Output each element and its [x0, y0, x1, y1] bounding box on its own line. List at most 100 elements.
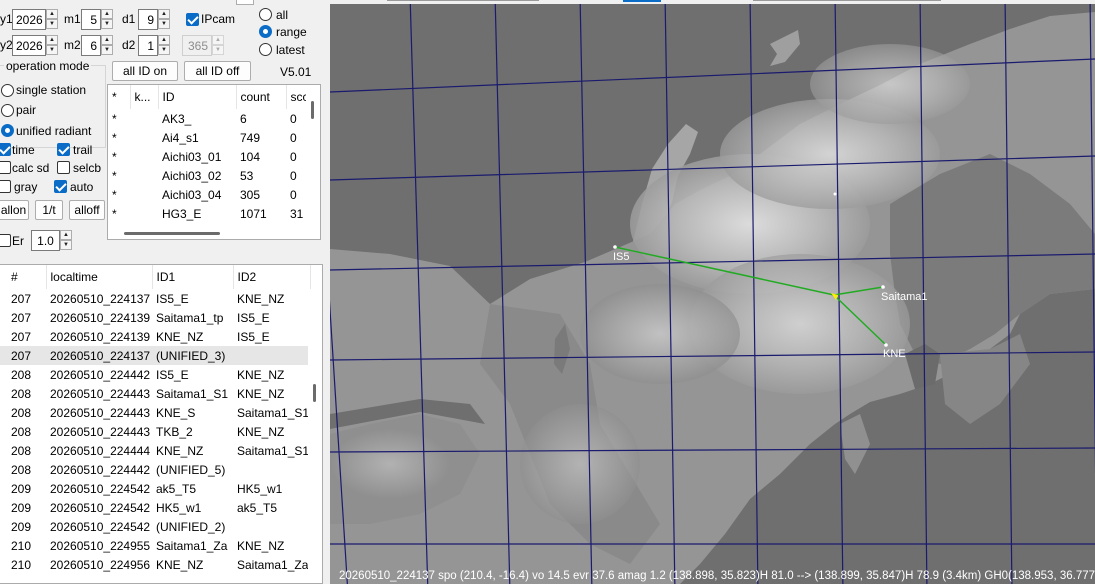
id-grid-vscroll-thumb[interactable] [311, 101, 314, 119]
all-id-off-button[interactable]: all ID off [184, 61, 251, 81]
er-spinner[interactable]: ▲ ▼ [60, 230, 72, 251]
event-row[interactable]: 209 20260510_224542 (UNIFIED_2) [0, 517, 310, 536]
event-cell-id2: Saitama1_S1 [237, 405, 310, 420]
event-grid-vscroll-thumb[interactable] [313, 384, 316, 402]
m1-field[interactable]: 5 [81, 9, 101, 30]
m2-label: m2 [64, 38, 81, 52]
time-checkbox[interactable] [0, 143, 11, 156]
event-row[interactable]: 208 20260510_224443 TKB_2 KNE_NZ [0, 422, 310, 441]
m1-spinner[interactable]: ▲ ▼ [101, 9, 113, 30]
m2-field[interactable]: 6 [81, 35, 101, 56]
event-col-id1[interactable]: ID1 [152, 265, 234, 289]
event-row[interactable]: 207 20260510_224137 (UNIFIED_3) [0, 346, 310, 365]
map-view[interactable]: IS5 Saitama1 KNE 20260510_224137 spo (21… [330, 4, 1095, 584]
mode-single-station-radio[interactable] [1, 84, 14, 97]
event-cell-localtime: 20260510_224443 [50, 424, 151, 439]
id-cell-count: 6 [240, 111, 247, 126]
event-row[interactable]: 207 20260510_224137 IS5_E KNE_NZ [0, 289, 310, 308]
er-checkbox[interactable] [0, 234, 11, 247]
event-cell-localtime: 20260510_224139 [50, 329, 151, 344]
id-cell-k [130, 166, 158, 185]
event-row[interactable]: 209 20260510_224542 HK5_w1 ak5_T5 [0, 498, 310, 517]
trail-checkbox[interactable] [57, 143, 70, 156]
selcb-checkbox[interactable] [57, 161, 70, 174]
event-col-id2[interactable]: ID2 [233, 265, 311, 289]
id-grid-hscrollbar[interactable] [108, 227, 306, 239]
version-label: V5.01 [280, 65, 312, 79]
one-over-t-button[interactable]: 1/t [35, 200, 63, 220]
days-spinner: ▲ ▼ [212, 35, 224, 56]
event-cell-localtime: 20260510_224139 [50, 310, 151, 325]
allon-button[interactable]: allon [0, 200, 29, 220]
range-all-radio[interactable] [259, 8, 272, 21]
event-cell-num: 208 [11, 462, 32, 477]
event-row[interactable]: 208 20260510_224443 KNE_S Saitama1_S1 [0, 403, 310, 422]
event-cell-num: 210 [11, 557, 32, 572]
trail-label: trail [73, 143, 93, 157]
gray-checkbox[interactable] [0, 180, 11, 193]
id-row[interactable]: * Aichi03_01 104 0 [108, 147, 313, 166]
range-latest-label: latest [276, 43, 305, 57]
event-row[interactable]: 208 20260510_224443 Saitama1_S1 KNE_NZ [0, 384, 310, 403]
id-row[interactable]: * Aichi03_02 53 0 [108, 166, 313, 185]
shikoku-mountains [330, 429, 450, 499]
id-row[interactable]: * Aichi03_04 305 0 [108, 185, 313, 204]
id-col-count[interactable]: count [236, 85, 287, 109]
id-row[interactable]: * Ai4_s1 749 0 [108, 128, 313, 147]
station-is5-marker[interactable] [613, 245, 617, 249]
mode-pair-radio[interactable] [1, 104, 14, 117]
id-row[interactable]: * HG3_E 1071 31 [108, 204, 313, 223]
id-grid-hscroll-thumb[interactable] [124, 232, 220, 235]
y1-field[interactable]: 2026 [12, 9, 46, 30]
calc-sd-checkbox[interactable] [0, 161, 11, 174]
d2-spinner[interactable]: ▲ ▼ [158, 35, 170, 56]
er-field[interactable]: 1.0 [31, 230, 60, 251]
event-grid[interactable]: # localtime ID1 ID2 207 20260510_224137 IS… [0, 264, 323, 584]
ipcam-checkbox[interactable] [186, 13, 199, 26]
y1-spinner[interactable]: ▲ ▼ [46, 9, 58, 30]
event-cell-localtime: 20260510_224444 [50, 443, 151, 458]
event-row[interactable]: 208 20260510_224442 (UNIFIED_5) [0, 460, 310, 479]
event-col-localtime[interactable]: localtime [46, 265, 153, 289]
range-latest-radio[interactable] [259, 43, 272, 56]
id-col-star[interactable]: * [108, 85, 131, 109]
station-kne-marker[interactable] [884, 343, 888, 347]
event-cell-num: 209 [11, 481, 32, 496]
id-col-id[interactable]: ID [158, 85, 237, 109]
event-cell-id2: KNE_NZ [237, 367, 285, 382]
m2-spinner[interactable]: ▲ ▼ [101, 35, 113, 56]
id-grid-vscrollbar[interactable] [306, 85, 320, 239]
d1-field[interactable]: 9 [138, 9, 158, 30]
mode-unified-radiant-radio[interactable] [1, 124, 14, 137]
event-col-num[interactable]: # [0, 265, 47, 289]
event-row[interactable]: 207 20260510_224139 KNE_NZ IS5_E [0, 327, 310, 346]
event-row[interactable]: 208 20260510_224444 KNE_NZ Saitama1_S1 [0, 441, 310, 460]
y2-spinner[interactable]: ▲ ▼ [46, 35, 58, 56]
id-col-k[interactable]: k... [130, 85, 159, 109]
station-saitama1-label: Saitama1 [881, 291, 928, 303]
event-row[interactable]: 210 20260510_224955 Saitama1_Za KNE_NZ [0, 536, 310, 555]
id-grid[interactable]: * k... ID count scc * AK3_ 6 0 * Ai4_s1 749 0 … [107, 84, 321, 240]
event-row[interactable]: 207 20260510_224139 Saitama1_tp IS5_E [0, 308, 310, 327]
event-cell-id1: (UNIFIED_5) [156, 462, 226, 477]
event-row[interactable]: 208 20260510_224442 IS5_E KNE_NZ [0, 365, 310, 384]
time-label: time [12, 143, 35, 157]
y2-field[interactable]: 2026 [12, 35, 46, 56]
range-range-radio[interactable] [259, 25, 272, 38]
d2-field[interactable]: 1 [138, 35, 158, 56]
top-stub [236, 0, 254, 5]
station-saitama1-marker[interactable] [881, 285, 885, 289]
d1-spinner[interactable]: ▲ ▼ [158, 9, 170, 30]
event-grid-vscrollbar[interactable] [308, 289, 322, 583]
event-row[interactable]: 210 20260510_224956 KNE_NZ Saitama1_Za [0, 555, 310, 574]
event-row[interactable]: 209 20260510_224542 ak5_T5 HK5_w1 [0, 479, 310, 498]
alloff-button[interactable]: alloff [69, 200, 105, 220]
auto-checkbox[interactable] [54, 180, 67, 193]
all-id-on-button[interactable]: all ID on [112, 61, 178, 81]
terrain-map[interactable] [330, 4, 1095, 584]
event-cell-num: 210 [11, 538, 32, 553]
y1-label: y1 [0, 12, 13, 26]
event-cell-id2: IS5_E [237, 310, 270, 325]
id-row[interactable]: * AK3_ 6 0 [108, 109, 313, 128]
event-cell-num: 208 [11, 424, 32, 439]
